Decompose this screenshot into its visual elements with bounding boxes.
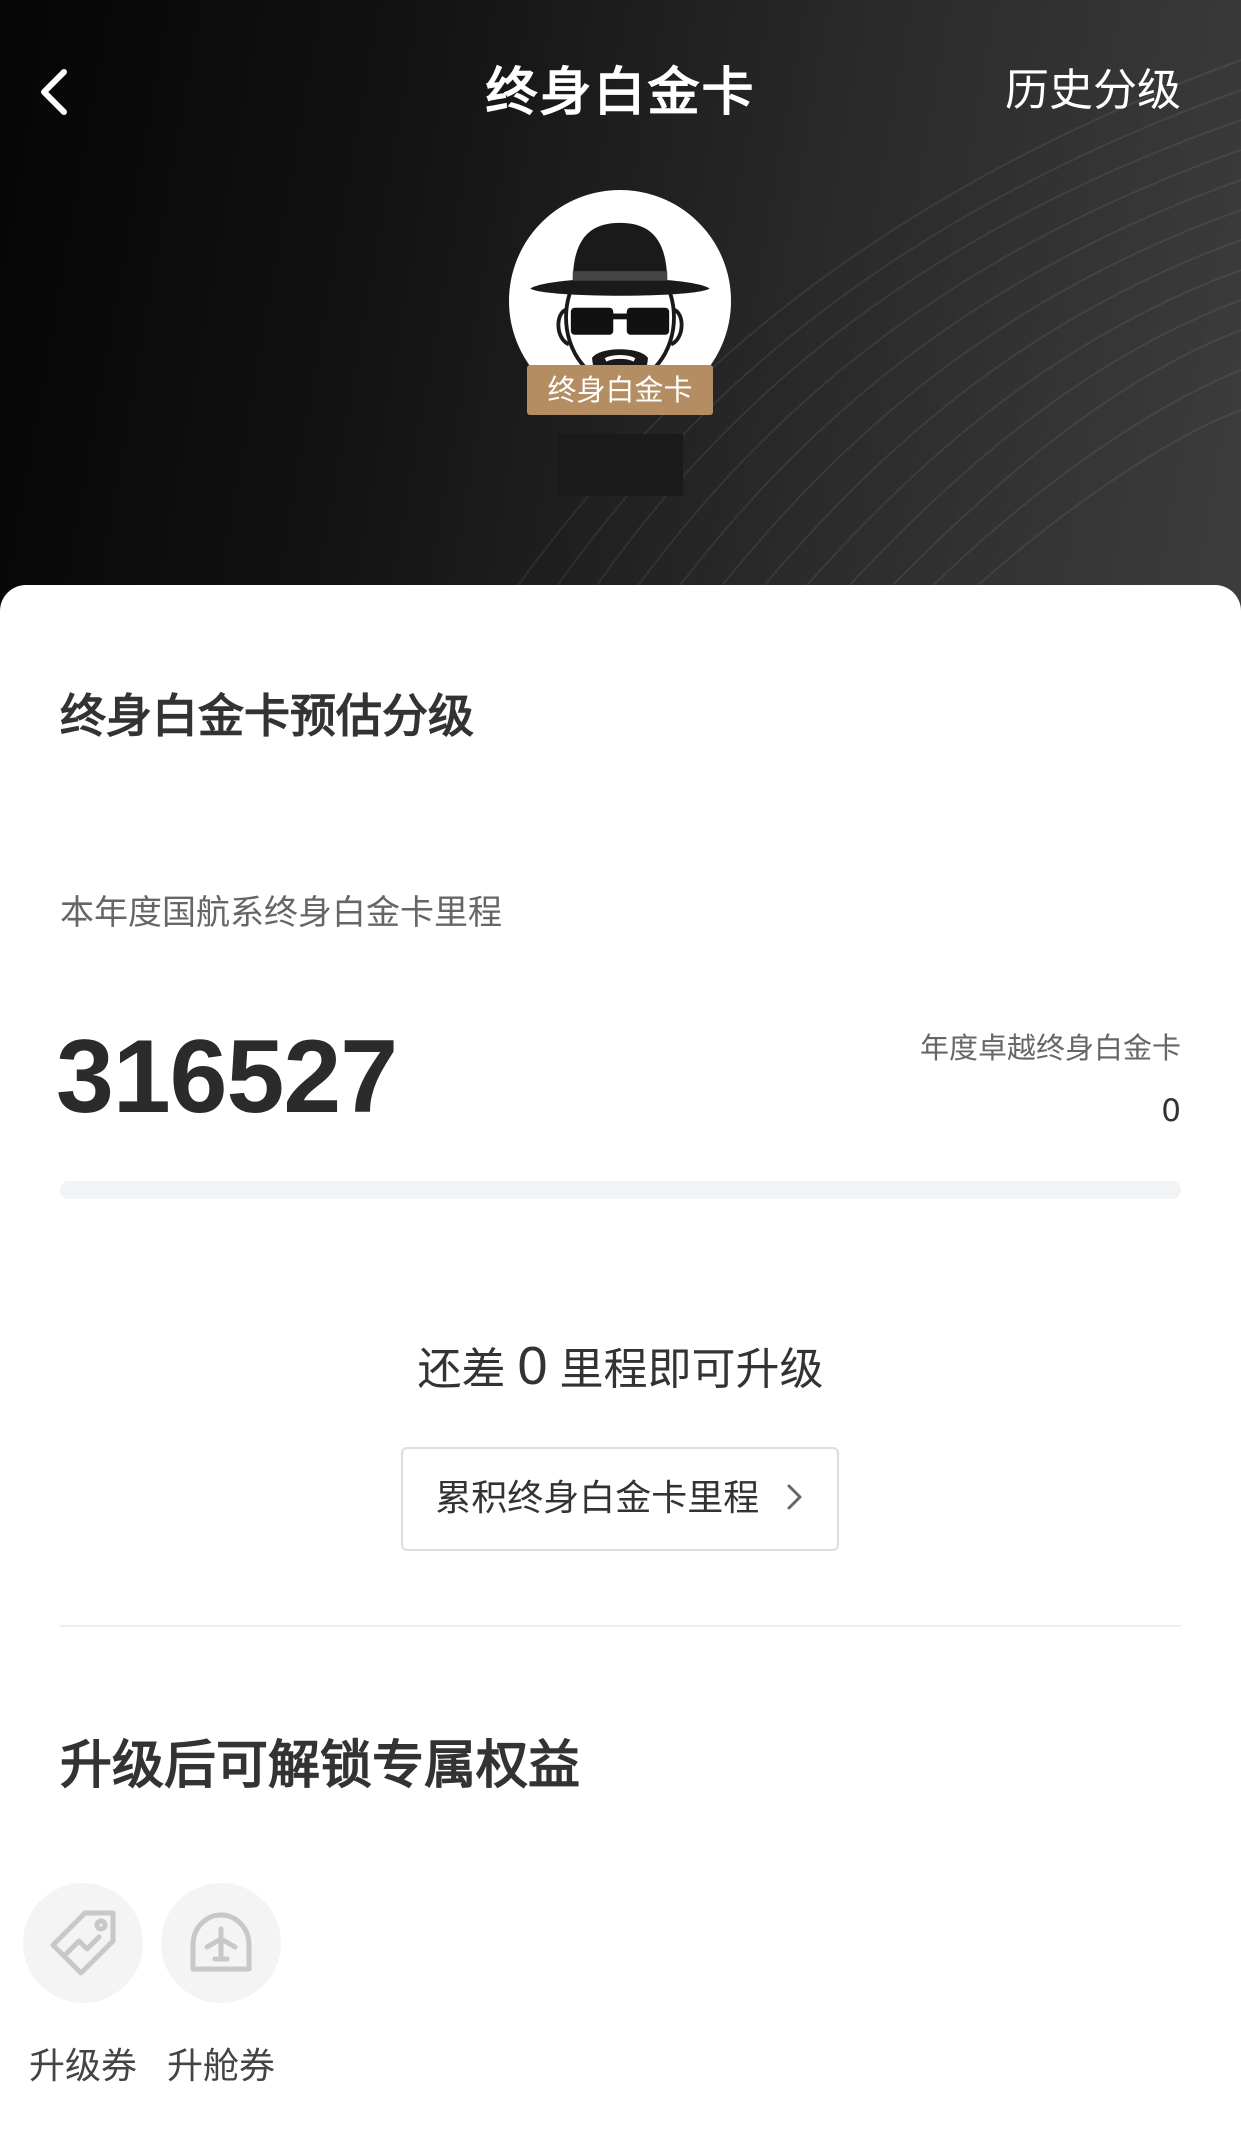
cabin-upgrade-icon	[190, 1912, 252, 1972]
accumulate-miles-label: 累积终身白金卡里程	[435, 1478, 760, 1519]
accumulate-miles-button[interactable]: 累积终身白金卡里程	[401, 1447, 839, 1551]
benefit-label: 升舱券	[166, 2046, 275, 2087]
history-tier-link[interactable]: 历史分级	[1005, 54, 1181, 118]
tier-badge: 终身白金卡	[527, 365, 713, 415]
chevron-right-icon	[787, 1484, 802, 1510]
section-title: 终身白金卡预估分级	[60, 689, 474, 743]
upgrade-coupon-icon	[50, 1910, 116, 1976]
username-redacted	[558, 434, 683, 496]
benefit-label: 升级券	[28, 2046, 137, 2087]
miles-value: 316527	[56, 1019, 398, 1135]
tier-estimate-card: 终身白金卡预估分级 本年度国航系终身白金卡里程 316527 年度卓越终身白金卡…	[0, 585, 1241, 2133]
benefit-item-upgrade-coupon[interactable]: 升级券	[13, 1883, 153, 2089]
header-banner: 终身白金卡 历史分级 终身白金卡	[0, 0, 1241, 640]
remaining-suffix: 里程即可升级	[559, 1344, 824, 1395]
remaining-value: 0	[517, 1336, 548, 1396]
benefit-item-cabin-upgrade[interactable]: 升舱券	[151, 1883, 291, 2089]
target-tier-label: 年度卓越终身白金卡	[919, 1031, 1181, 1065]
remaining-prefix: 还差	[417, 1344, 506, 1395]
target-tier-value: 0	[1161, 1093, 1181, 1129]
progress-bar	[60, 1181, 1181, 1199]
divider	[60, 1625, 1181, 1627]
benefits-title: 升级后可解锁专属权益	[60, 1736, 581, 1796]
remaining-miles-text: 还差 0 里程即可升级	[0, 1333, 1241, 1397]
miles-label: 本年度国航系终身白金卡里程	[60, 893, 502, 933]
